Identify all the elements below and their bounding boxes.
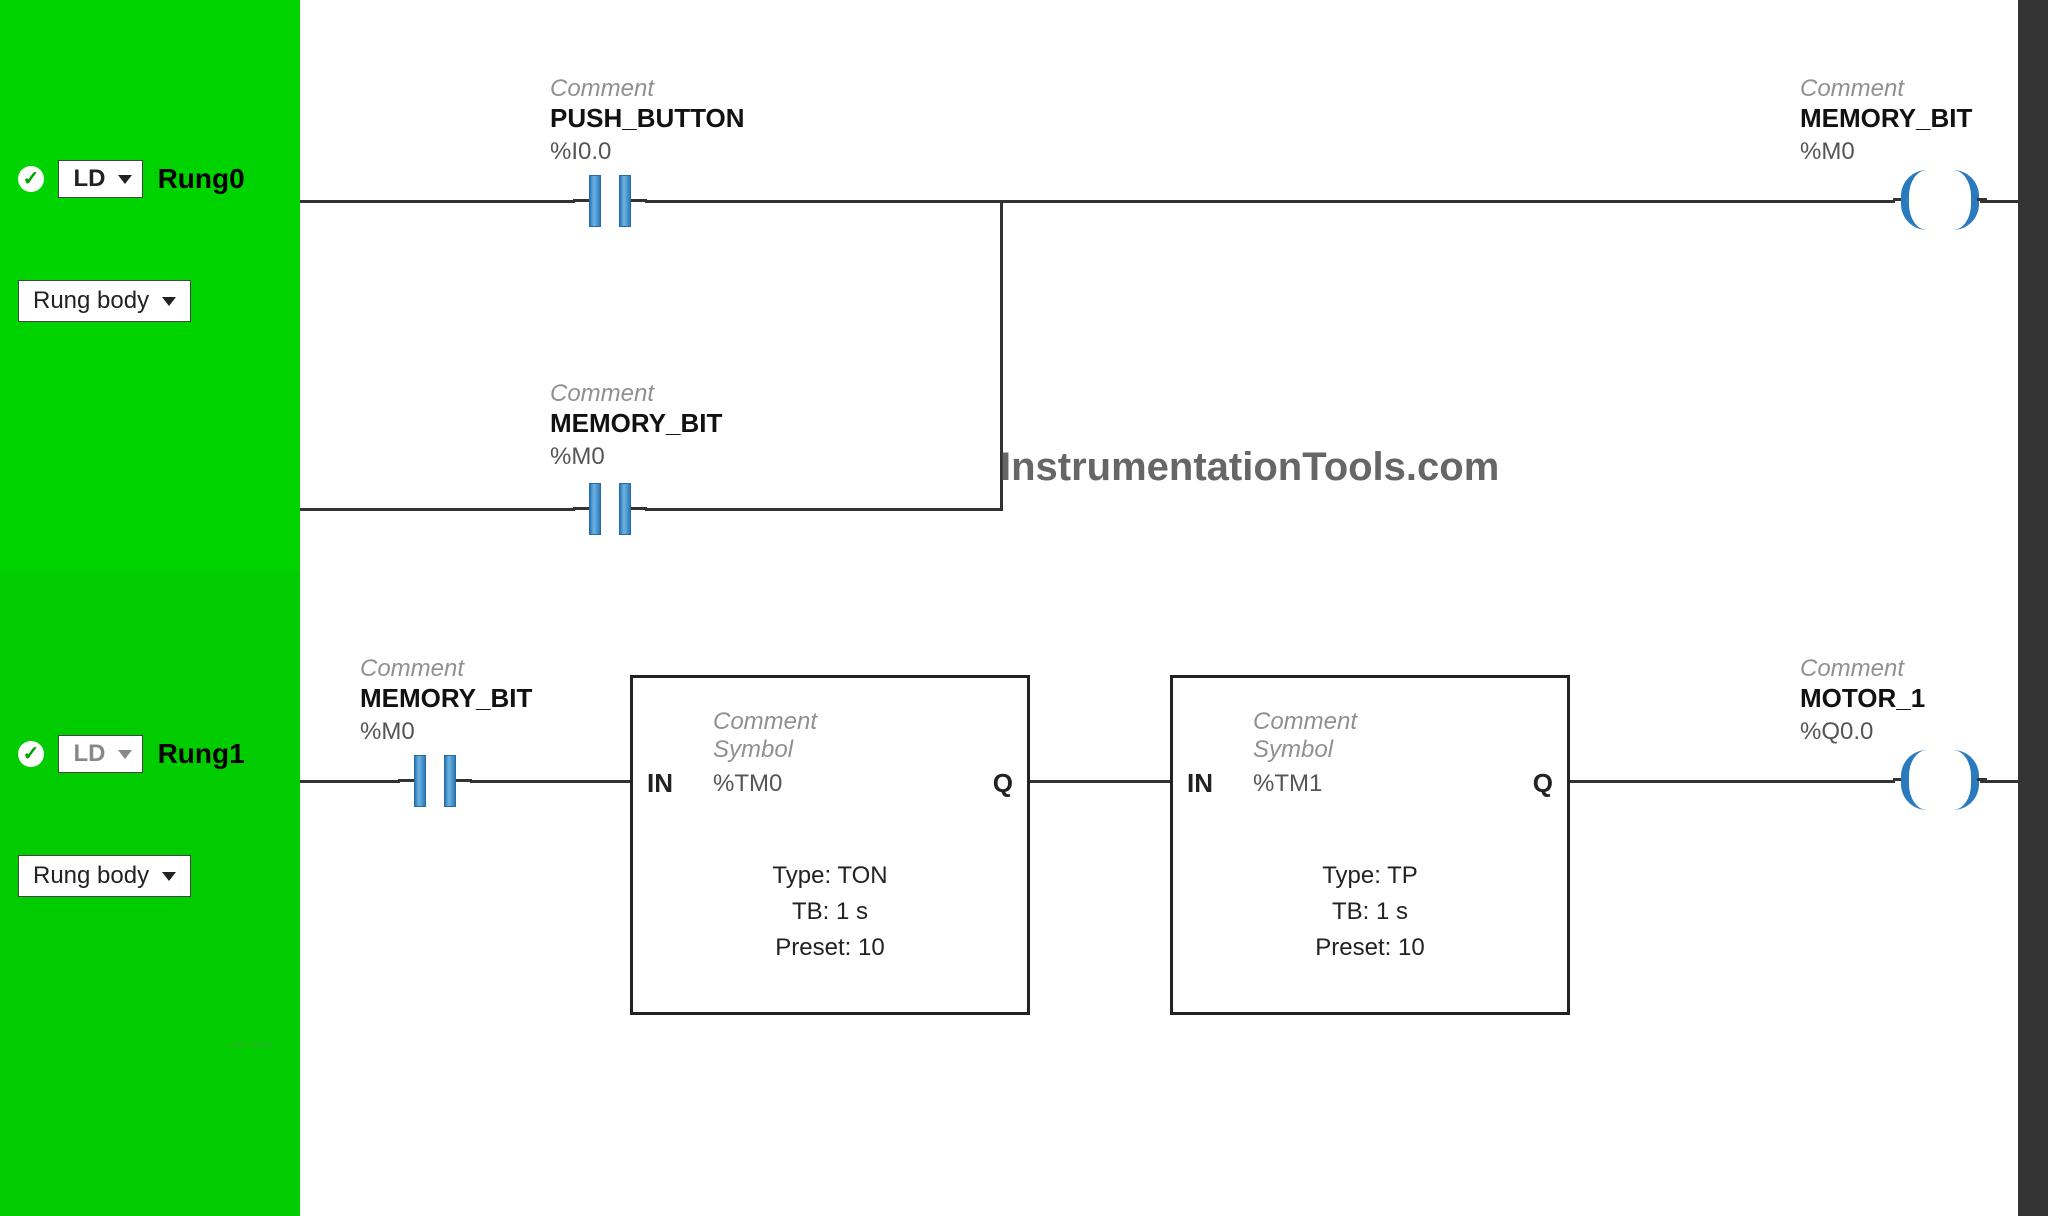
no-contact-memory-bit-seal[interactable]: [575, 483, 645, 533]
pin-in-label: IN: [1187, 768, 1213, 799]
tm0-address: %TM0: [713, 770, 817, 798]
rung1-language-dropdown[interactable]: LD: [58, 735, 143, 773]
tm0-tb: TB: 1 s: [633, 894, 1027, 930]
rung1-canvas: Comment MEMORY_BIT %M0 IN Q Comment Symb…: [300, 570, 2018, 1216]
tm1-address: %TM1: [1253, 770, 1357, 798]
wire: [645, 508, 1003, 511]
comment-label: Comment: [550, 75, 745, 103]
rung0-sidebar: ✓ LD Rung0 Rung body: [0, 0, 300, 570]
pin-in-label: IN: [647, 768, 673, 799]
motor1-coil-labels: Comment MOTOR_1 %Q0.0: [1800, 655, 1925, 746]
tm0-preset: Preset: 10: [633, 930, 1027, 966]
memory-bit-seal-symbol: MEMORY_BIT: [550, 408, 722, 439]
wire: [300, 780, 400, 783]
chevron-down-icon: [162, 297, 176, 306]
symbol-label: Symbol: [713, 736, 817, 764]
motor1-coil-address: %Q0.0: [1800, 718, 1925, 746]
wire: [645, 200, 1895, 203]
memory-bit-contact-address: %M0: [360, 718, 532, 746]
wire: [300, 200, 575, 203]
wire: [1570, 780, 1895, 783]
wire: [470, 780, 630, 783]
tm1-type: Type: TP: [1173, 858, 1567, 894]
no-contact-memory-bit[interactable]: [400, 755, 470, 805]
tm1-preset: Preset: 10: [1173, 930, 1567, 966]
rung0-title: Rung0: [158, 163, 245, 195]
chevron-down-icon: [118, 175, 132, 184]
comment-label: Comment: [713, 708, 817, 736]
tiny-watermark: Inst Tools: [230, 1040, 272, 1051]
coil-memory-bit[interactable]: [1895, 170, 1985, 230]
wire: [1030, 780, 1170, 783]
tm0-type: Type: TON: [633, 858, 1027, 894]
rung0-valid-icon: ✓: [18, 166, 44, 192]
memory-bit-coil-symbol: MEMORY_BIT: [1800, 103, 1972, 134]
rung1-body-dropdown[interactable]: Rung body: [18, 855, 191, 897]
right-border-strip: [2018, 0, 2048, 1216]
memory-bit-seal-address: %M0: [550, 443, 722, 471]
watermark: InstrumentationTools.com: [1000, 445, 1499, 490]
rung0-canvas: Comment PUSH_BUTTON %I0.0 Comment MEMORY…: [300, 0, 2018, 570]
comment-label: Comment: [1800, 75, 1972, 103]
pin-q-label: Q: [1533, 768, 1553, 799]
rung1-title: Rung1: [158, 738, 245, 770]
symbol-label: Symbol: [1253, 736, 1357, 764]
no-contact-push-button[interactable]: [575, 175, 645, 225]
push-button-address: %I0.0: [550, 138, 745, 166]
memory-bit-seal-labels: Comment MEMORY_BIT %M0: [550, 380, 722, 471]
comment-label: Comment: [1800, 655, 1925, 683]
rung1-valid-icon: ✓: [18, 741, 44, 767]
tm1-tb: TB: 1 s: [1173, 894, 1567, 930]
push-button-symbol: PUSH_BUTTON: [550, 103, 745, 134]
memory-bit-contact-labels: Comment MEMORY_BIT %M0: [360, 655, 532, 746]
comment-label: Comment: [550, 380, 722, 408]
push-button-labels: Comment PUSH_BUTTON %I0.0: [550, 75, 745, 166]
wire: [300, 508, 575, 511]
rung0-language-dropdown[interactable]: LD: [58, 160, 143, 198]
chevron-down-icon: [118, 750, 132, 759]
memory-bit-contact-symbol: MEMORY_BIT: [360, 683, 532, 714]
comment-label: Comment: [1253, 708, 1357, 736]
rung0-body-dropdown[interactable]: Rung body: [18, 280, 191, 322]
pin-q-label: Q: [993, 768, 1013, 799]
timer-block-tm1[interactable]: IN Q Comment Symbol %TM1 Type: TP TB: 1 …: [1170, 675, 1570, 1015]
rung0-language-label: LD: [73, 165, 105, 192]
memory-bit-coil-labels: Comment MEMORY_BIT %M0: [1800, 75, 1972, 166]
timer-block-tm0[interactable]: IN Q Comment Symbol %TM0 Type: TON TB: 1…: [630, 675, 1030, 1015]
memory-bit-coil-address: %M0: [1800, 138, 1972, 166]
motor1-coil-symbol: MOTOR_1: [1800, 683, 1925, 714]
rung1-language-label: LD: [73, 740, 105, 767]
rung0-body-label: Rung body: [33, 287, 149, 314]
rung1-body-label: Rung body: [33, 862, 149, 889]
coil-motor1[interactable]: [1895, 750, 1985, 810]
comment-label: Comment: [360, 655, 532, 683]
chevron-down-icon: [162, 872, 176, 881]
rung1-sidebar: ✓ LD Rung1 Rung body Inst Tools: [0, 570, 300, 1216]
